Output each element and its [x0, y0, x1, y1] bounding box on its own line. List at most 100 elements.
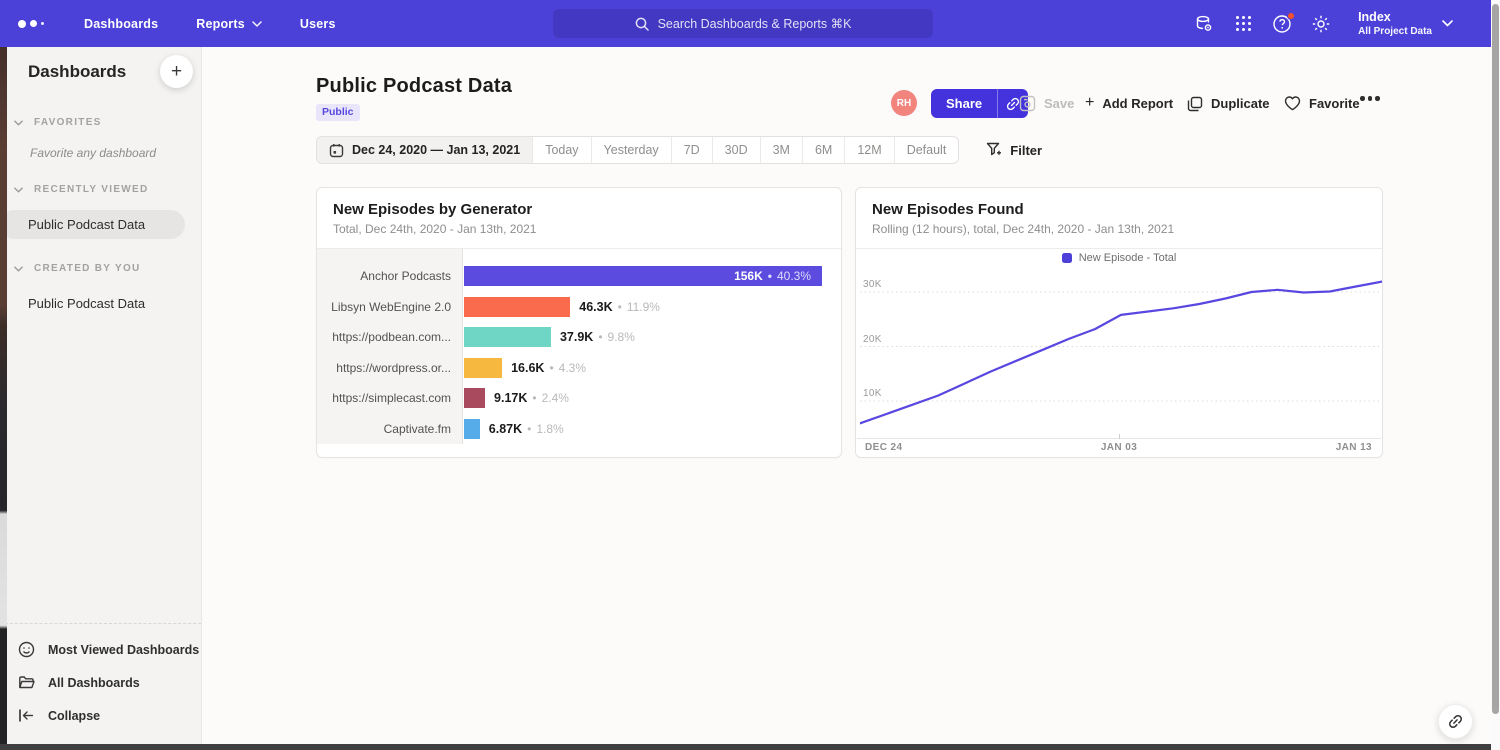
bar-value: 46.3K — [579, 300, 612, 314]
sidebar-section-header-recently-viewed[interactable]: RECENTLY VIEWED — [0, 174, 201, 205]
x-tick-label: JAN 13 — [1336, 442, 1372, 453]
share-link-floating-button[interactable] — [1438, 704, 1473, 739]
chevron-down-icon — [1442, 20, 1453, 27]
bar-value: 6.87K — [489, 422, 522, 436]
project-selector[interactable]: Index All Project Data — [1358, 10, 1453, 38]
bar-category-label: https://podbean.com... — [317, 322, 451, 353]
sidebar-section-header-favorites[interactable]: FAVORITES — [0, 107, 201, 138]
app-root: Dashboards Reports Users Search Dashboards… — [0, 0, 1500, 750]
share-button[interactable]: Share — [931, 89, 997, 118]
bar-chart-row: Captivate.fm6.87K•1.8% — [317, 414, 841, 445]
date-preset-yesterday[interactable]: Yesterday — [591, 137, 671, 163]
line-chart-card: New Episodes Found Rolling (12 hours), t… — [855, 187, 1383, 458]
bar-category-label: Anchor Podcasts — [317, 261, 451, 292]
settings-gear-icon[interactable] — [1311, 14, 1331, 34]
x-axis-labels: DEC 24 JAN 03 JAN 13 — [856, 442, 1382, 456]
section-label: FAVORITES — [34, 117, 102, 128]
bar-segment[interactable] — [464, 388, 485, 408]
bar-value: 16.6K — [511, 361, 544, 375]
line-chart-plot[interactable] — [860, 273, 1382, 438]
nav-item-dashboards[interactable]: Dashboards — [84, 17, 158, 31]
sidebar-footer: Most Viewed Dashboards All Dashboards Co… — [0, 623, 201, 744]
bar-value-label: 156K•40.3% — [464, 266, 811, 286]
favorite-button[interactable]: Favorite — [1284, 89, 1360, 118]
sidebar-section-header-created-by-you[interactable]: CREATED BY YOU — [0, 253, 201, 284]
sidebar: Dashboards + FAVORITESFavorite any dashb… — [0, 47, 202, 744]
sidebar-item-dashboard[interactable]: Public Podcast Data — [0, 289, 185, 318]
nav-item-label: Dashboards — [84, 17, 158, 31]
date-toolbar: Dec 24, 2020 — Jan 13, 2021 TodayYesterd… — [316, 136, 1042, 164]
bar-value-label: 46.3K•11.9% — [579, 297, 660, 317]
project-subtitle: All Project Data — [1358, 25, 1432, 38]
y-tick-label: 30K — [863, 279, 882, 290]
background-edge-strip — [0, 47, 7, 744]
bar-segment[interactable] — [464, 358, 502, 378]
favorite-label: Favorite — [1309, 96, 1360, 111]
chevron-down-icon — [14, 266, 23, 272]
bar-category-label: Libsyn WebEngine 2.0 — [317, 292, 451, 323]
footer-item-label: Collapse — [48, 709, 100, 723]
nav-item-label: Users — [300, 17, 336, 31]
folder-icon — [18, 674, 35, 691]
nav-item-label: Reports — [196, 17, 245, 31]
bar-chart-row: Libsyn WebEngine 2.0 46.3K•11.9% — [317, 292, 841, 323]
date-preset-today[interactable]: Today — [532, 137, 590, 163]
date-preset-30d[interactable]: 30D — [712, 137, 760, 163]
notification-badge — [1287, 12, 1295, 20]
help-icon[interactable] — [1272, 14, 1292, 34]
sidebar-sections: FAVORITESFavorite any dashboardRECENTLY … — [0, 107, 201, 332]
plus-icon: + — [1085, 95, 1094, 111]
duplicate-icon — [1187, 96, 1203, 112]
duplicate-label: Duplicate — [1211, 96, 1270, 111]
save-label: Save — [1044, 96, 1074, 111]
chevron-down-icon — [14, 187, 23, 193]
add-report-button[interactable]: + Add Report — [1085, 89, 1173, 118]
bar-value: 156K — [734, 269, 763, 283]
app-logo-icon[interactable] — [18, 20, 44, 28]
date-preset-3m[interactable]: 3M — [760, 137, 802, 163]
bar-segment[interactable] — [464, 297, 570, 317]
date-preset-7d[interactable]: 7D — [671, 137, 712, 163]
filter-button[interactable]: Filter — [986, 136, 1042, 164]
nav-item-users[interactable]: Users — [300, 17, 336, 31]
filter-label: Filter — [1010, 143, 1042, 158]
bar-chart-row: https://wordpress.or...16.6K•4.3% — [317, 353, 841, 384]
more-options-button[interactable] — [1360, 96, 1380, 101]
save-button[interactable]: Save — [1019, 89, 1074, 118]
share-button-group: Share — [931, 89, 1028, 118]
bar-category-label: https://simplecast.com — [317, 383, 451, 414]
bar-value-label: 16.6K•4.3% — [511, 358, 586, 378]
line-series[interactable] — [860, 282, 1382, 424]
background-bottom-strip — [0, 744, 1491, 750]
bar-percent: 2.4% — [542, 391, 569, 405]
bar-value-label: 9.17K•2.4% — [494, 388, 569, 408]
y-tick-label: 10K — [863, 388, 882, 399]
date-preset-6m[interactable]: 6M — [802, 137, 844, 163]
avatar[interactable]: RH — [891, 90, 917, 116]
all-dashboards-item[interactable]: All Dashboards — [0, 666, 201, 699]
most-viewed-dashboards-item[interactable]: Most Viewed Dashboards — [0, 633, 201, 666]
link-icon — [1447, 713, 1464, 730]
date-range-picker[interactable]: Dec 24, 2020 — Jan 13, 2021 — [317, 137, 532, 163]
duplicate-button[interactable]: Duplicate — [1187, 89, 1270, 118]
search-input[interactable]: Search Dashboards & Reports ⌘K — [553, 9, 933, 38]
data-sources-icon[interactable] — [1194, 14, 1214, 34]
apps-grid-icon[interactable] — [1233, 14, 1253, 34]
bar-value-label: 6.87K•1.8% — [489, 419, 564, 439]
page-title: Public Podcast Data — [316, 75, 512, 98]
date-preset-default[interactable]: Default — [894, 137, 959, 163]
collapse-sidebar-item[interactable]: Collapse — [0, 699, 201, 732]
nav-item-reports[interactable]: Reports — [196, 17, 262, 31]
bar-segment[interactable] — [464, 419, 480, 439]
bar-chart-row: https://podbean.com...37.9K•9.8% — [317, 322, 841, 353]
date-preset-12m[interactable]: 12M — [844, 137, 893, 163]
legend-swatch — [1062, 253, 1072, 263]
sidebar-item-dashboard[interactable]: Public Podcast Data — [0, 210, 185, 239]
bar-chart-subtitle: Total, Dec 24th, 2020 - Jan 13th, 2021 — [333, 222, 825, 236]
bar-segment[interactable] — [464, 327, 551, 347]
bar-chart-row: https://simplecast.com 9.17K•2.4% — [317, 383, 841, 414]
add-dashboard-button[interactable]: + — [160, 55, 193, 88]
scrollbar-thumb[interactable] — [1492, 4, 1499, 714]
line-chart-legend: New Episode - Total — [856, 252, 1382, 264]
bar-percent: 11.9% — [627, 300, 660, 314]
